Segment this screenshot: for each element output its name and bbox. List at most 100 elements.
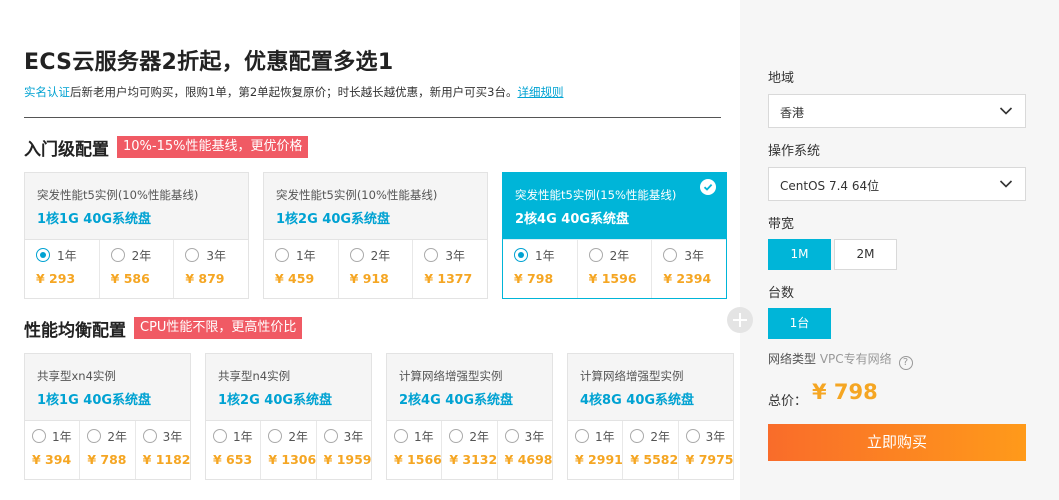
term-option-2yr[interactable]: 2年 ¥ 586 bbox=[100, 240, 175, 298]
term-option-1yr[interactable]: 1年 ¥ 653 bbox=[206, 421, 262, 479]
radio-button[interactable] bbox=[36, 248, 50, 262]
region-select[interactable]: 香港 bbox=[768, 94, 1026, 128]
term-option-1yr[interactable]: 1年 ¥ 459 bbox=[264, 240, 339, 298]
term-option-2yr[interactable]: 2年 ¥ 1596 bbox=[578, 240, 653, 298]
radio-button[interactable] bbox=[588, 248, 603, 262]
term-price: ¥ 879 bbox=[185, 271, 225, 286]
term-price: ¥ 1959 bbox=[323, 452, 372, 467]
os-label: 操作系统 bbox=[768, 144, 821, 159]
term-price: ¥ 459 bbox=[275, 271, 315, 286]
buy-now-button[interactable]: 立即购买 bbox=[768, 424, 1026, 461]
network-type: 网络类型 VPC专有网络 ? bbox=[768, 350, 913, 370]
term-option-2yr[interactable]: 2年 ¥ 1306 bbox=[261, 421, 317, 479]
balanced-card-1[interactable]: 共享型xn4实例 1核1G 40G系统盘 1年 ¥ 394 2年 ¥ 788 3年 ¥… bbox=[24, 353, 191, 480]
radio-button[interactable] bbox=[685, 429, 700, 443]
os-value: CentOS 7.4 64位 bbox=[780, 179, 880, 193]
term-label: 1年 bbox=[296, 249, 316, 263]
term-option-2yr[interactable]: 2年 ¥ 918 bbox=[339, 240, 414, 298]
radio-button[interactable] bbox=[142, 429, 157, 443]
instance-type: 共享型xn4实例 bbox=[37, 369, 116, 383]
radio-button[interactable] bbox=[630, 429, 645, 443]
network-value: VPC专有网络 bbox=[819, 352, 892, 366]
entry-card-3-selected[interactable]: 突发性能t5实例(15%性能基线) 2核4G 40G系统盘 1年 ¥ 798 2年… bbox=[502, 172, 727, 299]
help-icon[interactable]: ? bbox=[898, 356, 913, 370]
add-icon[interactable] bbox=[727, 307, 753, 333]
instance-spec: 2核4G 40G系统盘 bbox=[399, 393, 514, 408]
term-price: ¥ 918 bbox=[349, 271, 389, 286]
radio-button[interactable] bbox=[275, 248, 289, 262]
radio-button[interactable] bbox=[504, 429, 519, 443]
term-label: 2年 bbox=[107, 430, 127, 444]
term-price: ¥ 1596 bbox=[588, 271, 637, 286]
term-label: 2年 bbox=[650, 430, 670, 444]
bandwidth-label: 带宽 bbox=[768, 217, 795, 232]
balanced-card-3[interactable]: 计算网络增强型实例 2核4G 40G系统盘 1年 ¥ 1566 2年 ¥ 3132 … bbox=[386, 353, 553, 480]
radio-button[interactable] bbox=[575, 429, 589, 443]
rules-link[interactable]: 详细规则 bbox=[517, 85, 563, 99]
term-option-3yr[interactable]: 3年 ¥ 4698 bbox=[498, 421, 553, 479]
term-option-3yr[interactable]: 3年 ¥ 2394 bbox=[652, 240, 726, 298]
entry-card-1[interactable]: 突发性能t5实例(10%性能基线) 1核1G 40G系统盘 1年 ¥ 293 2年… bbox=[24, 172, 249, 299]
selected-check-icon bbox=[700, 179, 716, 195]
card-head: 计算网络增强型实例 4核8G 40G系统盘 bbox=[568, 354, 733, 421]
instance-spec: 2核4G 40G系统盘 bbox=[515, 212, 630, 227]
term-option-1yr[interactable]: 1年 ¥ 1566 bbox=[387, 421, 443, 479]
term-option-3yr[interactable]: 3年 ¥ 1182 bbox=[136, 421, 191, 479]
instance-type: 计算网络增强型实例 bbox=[399, 369, 503, 383]
term-option-1yr[interactable]: 1年 ¥ 798 bbox=[503, 240, 578, 298]
radio-button[interactable] bbox=[663, 248, 678, 262]
os-select[interactable]: CentOS 7.4 64位 bbox=[768, 167, 1026, 201]
instance-type: 突发性能t5实例(10%性能基线) bbox=[276, 188, 438, 202]
total-label: 总价： bbox=[768, 394, 808, 409]
radio-button[interactable] bbox=[349, 248, 364, 262]
balanced-card-2[interactable]: 共享型n4实例 1核2G 40G系统盘 1年 ¥ 653 2年 ¥ 1306 3年 ¥… bbox=[205, 353, 372, 480]
term-label: 3年 bbox=[524, 430, 545, 444]
instance-spec: 1核1G 40G系统盘 bbox=[37, 393, 152, 408]
term-price: ¥ 293 bbox=[36, 271, 76, 286]
term-label: 1年 bbox=[595, 430, 615, 444]
radio-button[interactable] bbox=[449, 429, 464, 443]
radio-button[interactable] bbox=[87, 429, 102, 443]
term-option-2yr[interactable]: 2年 ¥ 3132 bbox=[442, 421, 498, 479]
term-option-3yr[interactable]: 3年 ¥ 879 bbox=[174, 240, 248, 298]
offer-panel: ECS云服务器2折起，优惠配置多选1 实名认证后新老用户均可购买，限购1单，第2… bbox=[0, 0, 740, 500]
radio-button[interactable] bbox=[514, 248, 528, 262]
term-price: ¥ 4698 bbox=[504, 452, 553, 467]
radio-button[interactable] bbox=[323, 429, 338, 443]
term-option-1yr[interactable]: 1年 ¥ 2991 bbox=[568, 421, 624, 479]
radio-button[interactable] bbox=[394, 429, 408, 443]
region-value: 香港 bbox=[780, 106, 805, 120]
radio-button[interactable] bbox=[268, 429, 283, 443]
bandwidth-option-1m[interactable]: 1M bbox=[768, 239, 831, 270]
instance-type: 计算网络增强型实例 bbox=[580, 369, 684, 383]
balanced-card-4[interactable]: 计算网络增强型实例 4核8G 40G系统盘 1年 ¥ 2991 2年 ¥ 5582 … bbox=[567, 353, 734, 480]
radio-button[interactable] bbox=[424, 248, 439, 262]
term-price: ¥ 1566 bbox=[394, 452, 442, 467]
term-options: 1年 ¥ 653 2年 ¥ 1306 3年 ¥ 1959 bbox=[206, 420, 372, 479]
entry-card-2[interactable]: 突发性能t5实例(10%性能基线) 1核2G 40G系统盘 1年 ¥ 459 2年… bbox=[263, 172, 488, 299]
term-label: 2年 bbox=[288, 430, 308, 444]
radio-button[interactable] bbox=[213, 429, 227, 443]
term-label: 1年 bbox=[233, 430, 253, 444]
radio-button[interactable] bbox=[110, 248, 125, 262]
term-option-3yr[interactable]: 3年 ¥ 1959 bbox=[317, 421, 372, 479]
term-option-1yr[interactable]: 1年 ¥ 394 bbox=[25, 421, 81, 479]
term-option-2yr[interactable]: 2年 ¥ 5582 bbox=[623, 421, 679, 479]
network-label: 网络类型 bbox=[768, 352, 817, 366]
count-label: 台数 bbox=[768, 286, 795, 301]
radio-button[interactable] bbox=[32, 429, 46, 443]
term-label: 3年 bbox=[705, 430, 726, 444]
term-option-1yr[interactable]: 1年 ¥ 293 bbox=[25, 240, 100, 298]
radio-button[interactable] bbox=[185, 248, 200, 262]
instance-type: 共享型n4实例 bbox=[218, 369, 291, 383]
term-options: 1年 ¥ 293 2年 ¥ 586 3年 ¥ 879 bbox=[25, 239, 248, 298]
term-option-3yr[interactable]: 3年 ¥ 7975 bbox=[679, 421, 734, 479]
term-option-3yr[interactable]: 3年 ¥ 1377 bbox=[413, 240, 487, 298]
chevron-down-icon bbox=[999, 107, 1013, 115]
count-option-1[interactable]: 1台 bbox=[768, 308, 831, 339]
term-label: 3年 bbox=[445, 249, 465, 263]
term-option-2yr[interactable]: 2年 ¥ 788 bbox=[80, 421, 136, 479]
term-options: 1年 ¥ 798 2年 ¥ 1596 3年 ¥ 2394 bbox=[503, 239, 726, 298]
bandwidth-option-2m[interactable]: 2M bbox=[834, 239, 897, 270]
entry-section-tag: 10%-15%性能基线，更优价格 bbox=[117, 136, 309, 158]
